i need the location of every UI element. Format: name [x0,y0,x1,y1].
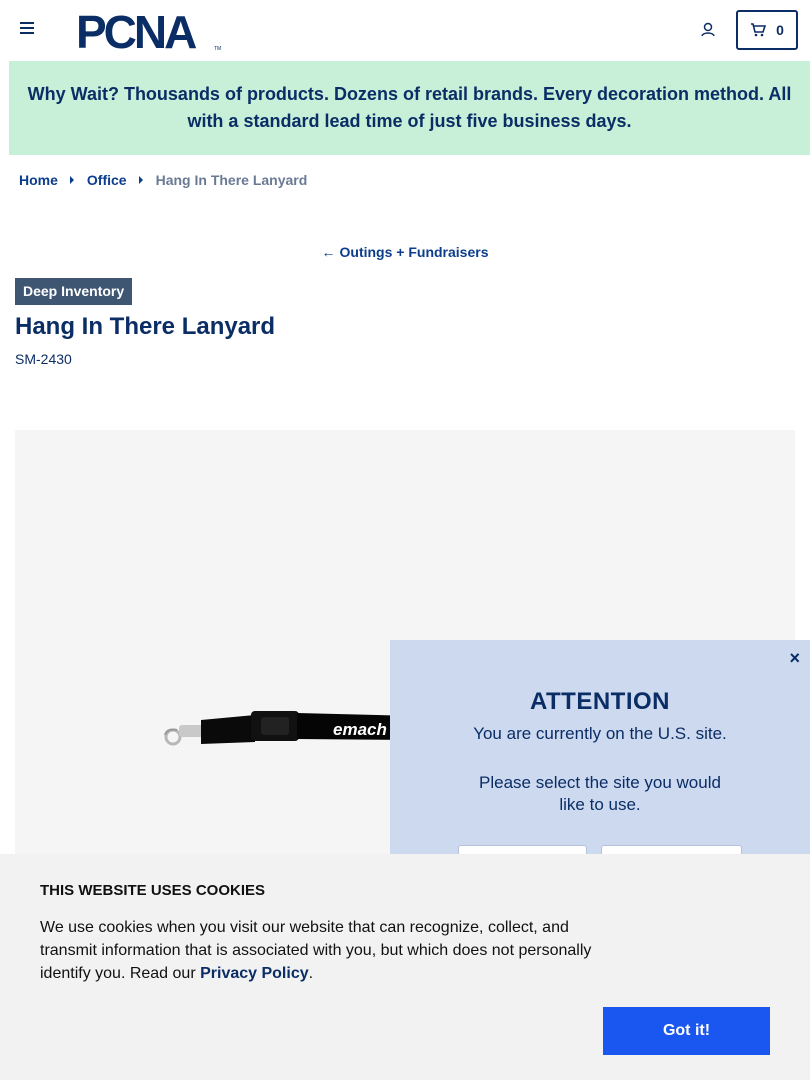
account-icon[interactable] [698,20,718,40]
cart-count: 0 [776,22,784,38]
cookie-banner: THIS WEBSITE USES COOKIES We use cookies… [0,854,810,1080]
cart-icon [751,23,767,37]
cookie-text-end: . [308,965,314,982]
hamburger-menu-icon[interactable] [20,22,36,38]
cookie-title: THIS WEBSITE USES COOKIES [40,882,266,899]
close-icon[interactable]: × [789,648,800,669]
modal-current-site-text: You are currently on the U.S. site. [473,724,727,743]
breadcrumb-separator-icon [138,176,143,184]
breadcrumb-home[interactable]: Home [19,172,58,188]
lanyard-imprint: emach [333,720,387,739]
back-link-label: Outings + Fundraisers [339,244,489,260]
logo-text: PCNA [76,8,196,52]
privacy-policy-link[interactable]: Privacy Policy [200,965,309,982]
arrow-left-icon: ← [321,244,336,260]
accept-cookies-button[interactable]: Got it! [603,1007,770,1055]
cookie-text: We use cookies when you visit our websit… [40,916,600,985]
logo-trademark: TM [214,46,221,52]
product-sku: SM-2430 [15,351,72,367]
back-to-category-link[interactable]: ← Outings + Fundraisers [0,244,810,260]
cart-button[interactable]: 0 [736,10,798,50]
site-header: PCNA TM 0 [0,0,810,61]
modal-instruction-text: Please select the site you would like to… [479,773,721,814]
cookie-body: We use cookies when you visit our websit… [40,919,592,982]
breadcrumb: Home Office Hang In There Lanyard [19,172,307,188]
promo-banner-text: Why Wait? Thousands of products. Dozens … [27,84,792,131]
product-title: Hang In There Lanyard [15,313,276,340]
breadcrumb-office[interactable]: Office [87,172,127,188]
breadcrumb-separator-icon [69,176,74,184]
inventory-badge: Deep Inventory [15,278,133,305]
pcna-logo[interactable]: PCNA TM [74,8,224,52]
promo-banner: Why Wait? Thousands of products. Dozens … [9,61,810,155]
breadcrumb-current: Hang In There Lanyard [155,172,308,188]
modal-title: ATTENTION [529,688,671,715]
